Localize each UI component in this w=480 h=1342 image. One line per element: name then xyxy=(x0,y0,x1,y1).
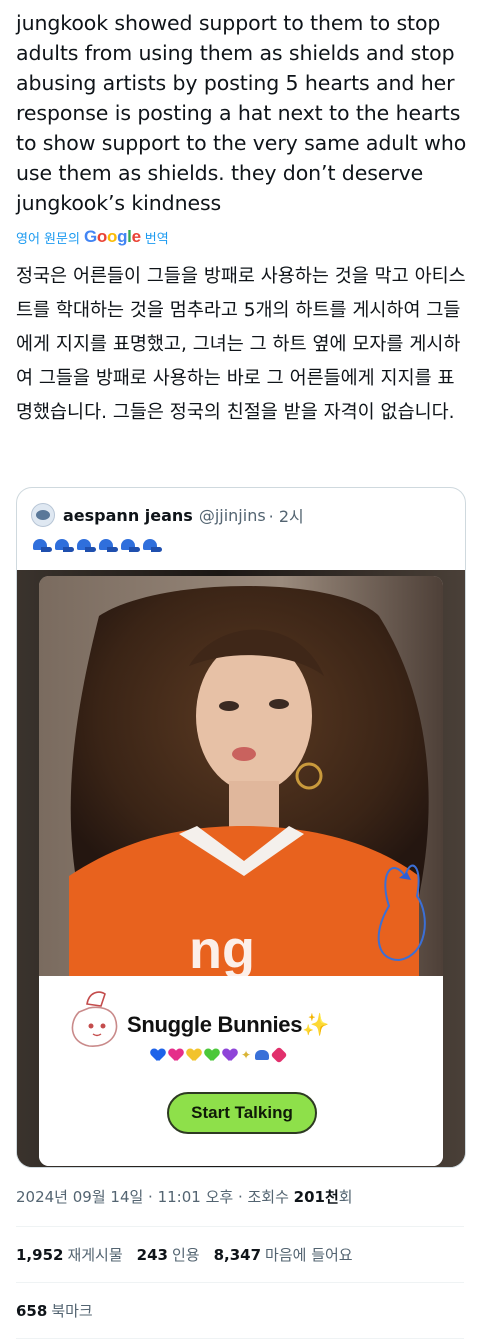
quote-header: aespann jeans @jjinjins · 2시 xyxy=(31,502,304,528)
views-suffix: 회 xyxy=(338,1188,353,1206)
blue-cap-icon xyxy=(119,536,140,554)
quotes-count: 243 xyxy=(136,1246,168,1264)
profile-card-image: ng Snuggle Bunnies✨ ✦ Start Talking xyxy=(39,576,443,1166)
blue-cap-icon xyxy=(141,536,162,554)
heart-arrow-icon xyxy=(270,1046,288,1064)
yellow-heart-icon xyxy=(187,1049,201,1062)
profile-card-bottom: Snuggle Bunnies✨ ✦ Start Talking xyxy=(39,976,443,1166)
translate-prefix: 영어 원문의 xyxy=(16,231,80,247)
translated-text: 정국은 어른들이 그들을 방패로 사용하는 것을 막고 아티스트를 학대하는 것… xyxy=(16,266,466,423)
quote-tweet-card[interactable]: aespann jeans @jjinjins · 2시 ng Snuggle … xyxy=(16,487,466,1168)
bookmarks-stat[interactable]: 658 북마크 xyxy=(16,1300,93,1321)
blue-cap-icon xyxy=(97,536,118,554)
retweets-label: 재게시물 xyxy=(67,1246,123,1264)
sparkle-icon: ✨ xyxy=(302,1012,330,1037)
quote-author-name[interactable]: aespann jeans xyxy=(63,506,193,525)
quotes-label: 인용 xyxy=(171,1246,200,1264)
card-emoji-row: ✦ xyxy=(151,1046,288,1064)
retweets-stat[interactable]: 1,952 재게시물 xyxy=(16,1244,123,1265)
google-logo: Google xyxy=(83,227,141,246)
quote-media-image[interactable]: ng Snuggle Bunnies✨ ✦ Start Talking xyxy=(17,570,465,1167)
blue-cap-icon xyxy=(75,536,96,554)
svg-text:ng: ng xyxy=(189,920,255,976)
blue-cap-icon xyxy=(31,536,52,554)
translation-attribution[interactable]: 영어 원문의 Google 번역 xyxy=(16,226,169,248)
likes-stat[interactable]: 8,347 마음에 들어요 xyxy=(214,1244,353,1265)
quote-author-handle[interactable]: @jjinjins xyxy=(199,506,266,525)
engagement-stats: 1,952 재게시물 243 인용 8,347 마음에 들어요 xyxy=(16,1244,353,1265)
card-title-text: Snuggle Bunnies xyxy=(127,1012,303,1037)
portrait-photo: ng xyxy=(39,576,443,976)
quote-time: · 2시 xyxy=(268,507,304,526)
blue-cap-icon xyxy=(53,536,74,554)
avatar[interactable] xyxy=(31,503,55,527)
divider xyxy=(16,1338,464,1339)
tweet-text: jungkook showed support to them to stop … xyxy=(16,11,473,215)
translate-suffix: 번역 xyxy=(144,231,169,247)
quote-text-hats xyxy=(31,536,162,560)
bookmarks-label: 북마크 xyxy=(51,1302,93,1320)
pink-heart-icon xyxy=(169,1049,183,1062)
bookmarks-count: 658 xyxy=(16,1302,48,1320)
start-talking-button[interactable]: Start Talking xyxy=(167,1092,317,1134)
sparkle-icon: ✦ xyxy=(241,1048,252,1062)
likes-count: 8,347 xyxy=(213,1246,262,1264)
tweet-meta: 2024년 09월 14일 · 11:01 오후 · 조회수 201천회 xyxy=(16,1186,353,1207)
blue-heart-icon xyxy=(151,1049,165,1062)
timestamp[interactable]: 2024년 09월 14일 · 11:01 오후 · 조회수 xyxy=(16,1188,294,1206)
purple-heart-icon xyxy=(223,1049,237,1062)
card-title: Snuggle Bunnies✨ xyxy=(127,1012,330,1038)
quotes-stat[interactable]: 243 인용 xyxy=(137,1244,200,1265)
retweets-count: 1,952 xyxy=(16,1246,64,1264)
divider xyxy=(16,1226,464,1227)
green-heart-icon xyxy=(205,1049,219,1062)
divider xyxy=(16,1282,464,1283)
bunny-doodle xyxy=(71,991,118,1047)
blue-cap-icon xyxy=(255,1050,270,1060)
likes-label: 마음에 들어요 xyxy=(265,1246,353,1264)
views-count: 201천 xyxy=(293,1188,339,1206)
